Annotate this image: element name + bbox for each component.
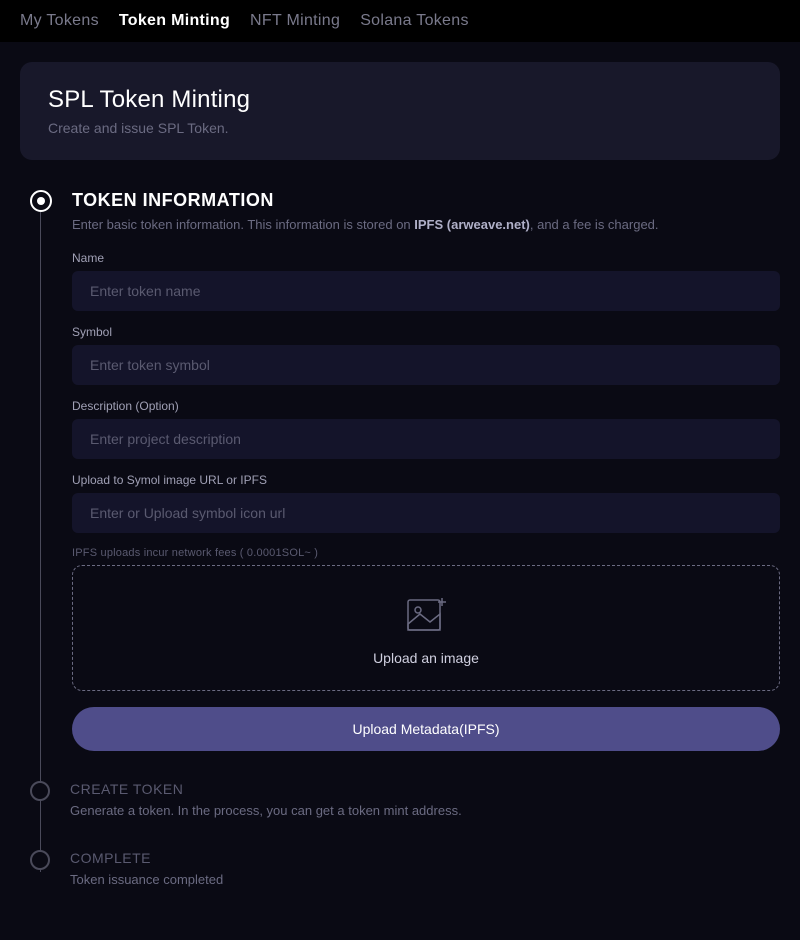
tab-bar: My Tokens Token Minting NFT Minting Sola…: [0, 0, 800, 42]
name-field: Name: [72, 251, 780, 311]
step-1-title: TOKEN INFORMATION: [72, 190, 780, 211]
tab-nft-minting[interactable]: NFT Minting: [250, 12, 340, 30]
main-content: SPL Token Minting Create and issue SPL T…: [0, 42, 800, 940]
description-label: Description (Option): [72, 399, 780, 413]
step-2-dot: [30, 781, 50, 801]
step-complete: COMPLETE Token issuance completed: [30, 850, 780, 920]
step-1-description: Enter basic token information. This info…: [72, 215, 780, 235]
tab-token-minting[interactable]: Token Minting: [119, 12, 230, 30]
step-2-description: Generate a token. In the process, you ca…: [70, 801, 780, 821]
step-3-dot: [30, 850, 50, 870]
ipfs-fee-note: IPFS uploads incur network fees ( 0.0001…: [72, 547, 780, 559]
step-1-desc-strong: IPFS (arweave.net): [414, 217, 530, 232]
symbol-field: Symbol: [72, 325, 780, 385]
step-1-content: TOKEN INFORMATION Enter basic token info…: [72, 190, 780, 781]
page-description: Create and issue SPL Token.: [48, 120, 752, 136]
step-line: [40, 212, 41, 803]
upload-area-text: Upload an image: [373, 650, 479, 666]
step-2-title: CREATE TOKEN: [70, 781, 780, 797]
step-create-token: CREATE TOKEN Generate a token. In the pr…: [30, 781, 780, 851]
description-field: Description (Option): [72, 399, 780, 459]
step-1-desc-suffix: , and a fee is charged.: [530, 217, 659, 232]
steps-timeline: TOKEN INFORMATION Enter basic token info…: [20, 190, 780, 920]
step-3-title: COMPLETE: [70, 850, 780, 866]
step-2-indicator: [30, 781, 50, 851]
page-title: SPL Token Minting: [48, 86, 752, 114]
symbol-label: Symbol: [72, 325, 780, 339]
description-input[interactable]: [72, 419, 780, 459]
name-label: Name: [72, 251, 780, 265]
step-1-dot: [30, 190, 52, 212]
step-3-content: COMPLETE Token issuance completed: [70, 850, 780, 920]
upload-metadata-button[interactable]: Upload Metadata(IPFS): [72, 707, 780, 751]
tab-solana-tokens[interactable]: Solana Tokens: [360, 12, 469, 30]
tab-my-tokens[interactable]: My Tokens: [20, 12, 99, 30]
upload-url-input[interactable]: [72, 493, 780, 533]
upload-image-area[interactable]: Upload an image: [72, 565, 780, 691]
step-2-content: CREATE TOKEN Generate a token. In the pr…: [70, 781, 780, 851]
upload-url-label: Upload to Symol image URL or IPFS: [72, 473, 780, 487]
step-token-information: TOKEN INFORMATION Enter basic token info…: [30, 190, 780, 781]
step-1-indicator: [30, 190, 52, 781]
step-1-desc-prefix: Enter basic token information. This info…: [72, 217, 414, 232]
upload-url-field: Upload to Symol image URL or IPFS: [72, 473, 780, 533]
token-form: Name Symbol Description (Option) Upload …: [72, 251, 780, 751]
page-header: SPL Token Minting Create and issue SPL T…: [20, 62, 780, 160]
name-input[interactable]: [72, 271, 780, 311]
step-3-indicator: [30, 850, 50, 920]
step-3-description: Token issuance completed: [70, 870, 780, 890]
symbol-input[interactable]: [72, 345, 780, 385]
image-upload-icon: [402, 590, 450, 638]
